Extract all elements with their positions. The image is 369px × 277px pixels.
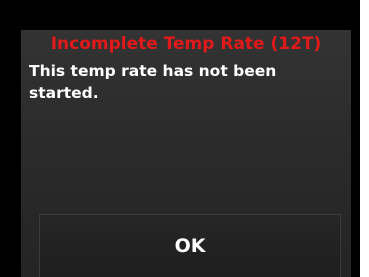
dialog-message: This temp rate has not been started. [29, 62, 277, 102]
device-bezel: Incomplete Temp Rate (12T) This temp rat… [0, 0, 369, 277]
ok-button[interactable]: OK [39, 214, 341, 277]
alert-dialog: Incomplete Temp Rate (12T) This temp rat… [21, 30, 351, 277]
dialog-title: Incomplete Temp Rate (12T) [50, 34, 322, 54]
screen-edge [360, 0, 369, 277]
